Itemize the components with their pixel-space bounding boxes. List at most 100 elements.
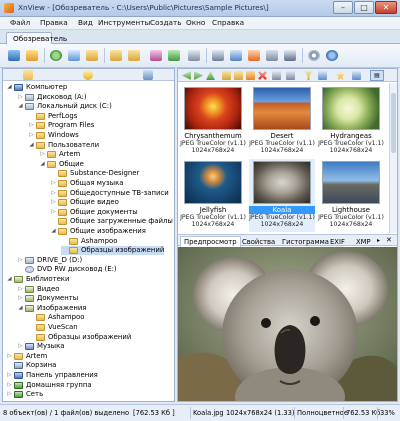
- tree-item[interactable]: ▷ Видео: [17, 285, 59, 294]
- refresh-icon[interactable]: [48, 48, 64, 63]
- open-folder-icon[interactable]: [84, 48, 100, 63]
- tree-item[interactable]: ▷ DRIVE_D (D:): [17, 256, 82, 265]
- tree-item[interactable]: PerfLogs: [28, 112, 77, 121]
- collapse-icon[interactable]: ◢: [17, 102, 24, 111]
- expand-icon[interactable]: ▷: [6, 352, 13, 361]
- collapse-icon[interactable]: ◢: [17, 304, 24, 313]
- tree-item[interactable]: Общие загруженные файлы: [50, 217, 173, 226]
- tree-item[interactable]: ▷ Общедоступные ТВ-записи: [50, 189, 169, 198]
- scrollbar-thumb[interactable]: [391, 93, 396, 153]
- info-icon[interactable]: [324, 48, 340, 63]
- tree-item[interactable]: VueScan: [28, 323, 78, 332]
- folders-tab-icon[interactable]: [23, 70, 33, 80]
- tree-item[interactable]: ◢ Общие изображения: [50, 227, 146, 236]
- menu-create[interactable]: Создать: [150, 18, 182, 27]
- thumbnail-view-toggle[interactable]: ▤: [370, 70, 384, 81]
- back-arrow-icon[interactable]: [182, 71, 191, 80]
- tree-item[interactable]: ◢ Библиотеки: [6, 275, 69, 284]
- thumbnail-scrollbar[interactable]: [389, 83, 397, 233]
- tree-item[interactable]: ▷ Общие документы: [50, 208, 138, 217]
- menu-edit[interactable]: Правка: [40, 18, 68, 27]
- favorites-tab-icon[interactable]: [83, 70, 93, 80]
- scan-icon[interactable]: [228, 48, 244, 63]
- web-page-icon[interactable]: [246, 48, 262, 63]
- forward-arrow-icon[interactable]: [194, 71, 203, 80]
- thumbnail-jellyfish[interactable]: Jellyfish JPEG TrueColor (v1.1) 1024x768…: [180, 159, 246, 232]
- maximize-button[interactable]: □: [354, 1, 374, 14]
- expand-icon[interactable]: ▷: [28, 131, 35, 140]
- fullscreen-icon[interactable]: [24, 48, 40, 63]
- tabs-more-arrow-icon[interactable]: ▸: [377, 237, 380, 244]
- thumbnail-chrysanthemum[interactable]: Chrysanthemum JPEG TrueColor (v1.1) 1024…: [180, 85, 246, 158]
- tree-item[interactable]: ◢ Изображения: [17, 304, 86, 313]
- tree-item[interactable]: Образцы изображений: [61, 246, 165, 256]
- rating-star-icon[interactable]: [336, 71, 345, 80]
- collapse-icon[interactable]: ◢: [50, 227, 57, 236]
- expand-icon[interactable]: ▷: [50, 179, 57, 188]
- categories-tab-icon[interactable]: [143, 70, 153, 80]
- expand-icon[interactable]: ▷: [50, 189, 57, 198]
- menu-tools[interactable]: Инструменты: [98, 18, 150, 27]
- batch-convert-icon[interactable]: [166, 48, 182, 63]
- menu-window[interactable]: Окно: [186, 18, 205, 27]
- tab-histogram[interactable]: Гистограмма: [278, 236, 333, 247]
- tree-item[interactable]: ◢ Локальный диск (C:): [17, 102, 112, 111]
- thumbnail-hydrangeas[interactable]: Hydrangeas JPEG TrueColor (v1.1) 1024x76…: [318, 85, 384, 158]
- expand-icon[interactable]: ▷: [17, 93, 24, 102]
- menu-view[interactable]: Вид: [78, 18, 93, 27]
- tree-item[interactable]: ▷ Windows: [28, 131, 79, 140]
- close-button[interactable]: ✕: [375, 1, 397, 14]
- tab-properties[interactable]: Свойства: [238, 236, 279, 247]
- tree-item[interactable]: ▷ Сеть: [6, 390, 43, 399]
- collapse-icon[interactable]: ◢: [6, 275, 13, 284]
- thumbnail-lighthouse[interactable]: Lighthouse JPEG TrueColor (v1.1) 1024x76…: [318, 159, 384, 232]
- slideshow-icon[interactable]: [148, 48, 164, 63]
- settings-gear-icon[interactable]: [306, 48, 322, 63]
- tree-item[interactable]: ▷ Artem: [39, 150, 80, 159]
- collapse-icon[interactable]: ◢: [28, 141, 35, 150]
- expand-icon[interactable]: ▷: [17, 285, 24, 294]
- contact-sheet-icon[interactable]: [264, 48, 280, 63]
- expand-icon[interactable]: ▷: [6, 390, 13, 399]
- tree-item[interactable]: ◢ Общие: [39, 160, 84, 169]
- tree-item[interactable]: ▷ Музыка: [17, 342, 65, 351]
- tab-xmp[interactable]: XMP: [352, 236, 375, 247]
- tree-item[interactable]: Ashampoo: [61, 237, 117, 246]
- capture-icon[interactable]: [186, 48, 202, 63]
- collapse-icon[interactable]: ◢: [39, 160, 46, 169]
- view-mode-icon[interactable]: [272, 71, 281, 80]
- tree-item[interactable]: DVD RW дисковод (E:): [17, 265, 117, 274]
- tree-item[interactable]: Образцы изображений: [28, 333, 131, 342]
- expand-icon[interactable]: ▷: [17, 294, 24, 303]
- copy-to-icon[interactable]: [108, 48, 124, 63]
- browser-icon[interactable]: [6, 48, 22, 63]
- print-icon[interactable]: [210, 48, 226, 63]
- tree-item[interactable]: ▷ Artem: [6, 352, 47, 361]
- expand-icon[interactable]: ▷: [28, 121, 35, 130]
- tab-exif[interactable]: EXIF: [326, 236, 349, 247]
- expand-icon[interactable]: ▷: [17, 342, 24, 351]
- thumbnail-desert[interactable]: Desert JPEG TrueColor (v1.1) 1024x768x24: [249, 85, 315, 158]
- minimize-button[interactable]: –: [333, 1, 353, 14]
- folder-options-icon[interactable]: [234, 71, 243, 80]
- expand-icon[interactable]: ▷: [50, 208, 57, 217]
- tree-item[interactable]: ▷ Панель управления: [6, 371, 98, 380]
- close-preview-icon[interactable]: ✕: [386, 236, 392, 244]
- favorites-icon[interactable]: [66, 48, 82, 63]
- rename-icon[interactable]: [246, 71, 255, 80]
- filter-icon[interactable]: [304, 71, 313, 80]
- tree-item[interactable]: Ashampoo: [28, 313, 84, 322]
- color-label-icon[interactable]: [352, 71, 361, 80]
- sort-icon[interactable]: [286, 71, 295, 80]
- up-arrow-icon[interactable]: [206, 71, 215, 80]
- tree-item[interactable]: Корзина: [6, 361, 56, 370]
- tree-item[interactable]: ▷ Документы: [17, 294, 78, 303]
- tree-item[interactable]: ▷ Program Files: [28, 121, 94, 130]
- collapse-icon[interactable]: ◢: [6, 83, 13, 92]
- tag-icon[interactable]: [318, 71, 327, 80]
- expand-icon[interactable]: ▷: [6, 371, 13, 380]
- multipage-icon[interactable]: [282, 48, 298, 63]
- tree-item[interactable]: ▷ Дисковод (A:): [17, 93, 87, 102]
- expand-icon[interactable]: ▷: [17, 256, 24, 265]
- expand-icon[interactable]: ▷: [39, 150, 46, 159]
